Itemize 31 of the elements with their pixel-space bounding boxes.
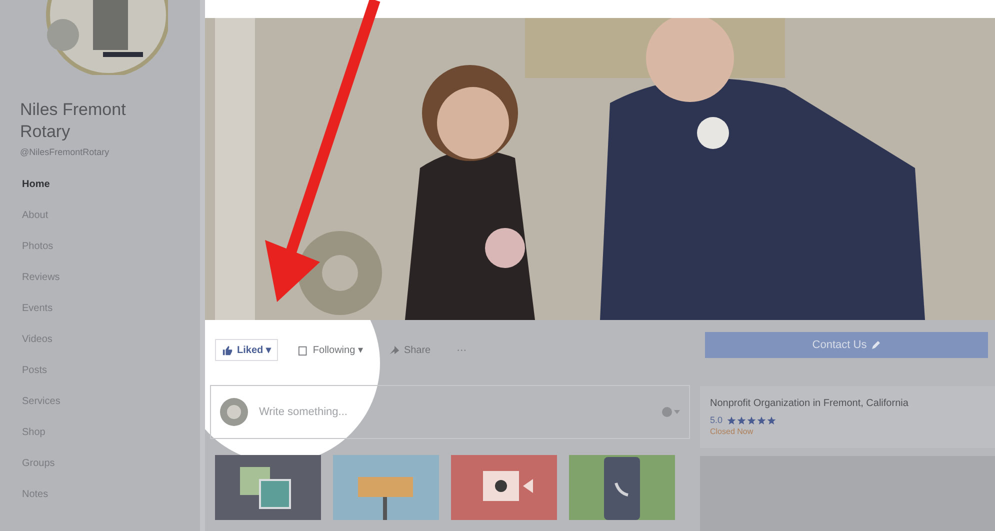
category-text: Nonprofit Organization in Fremont, California bbox=[710, 398, 910, 409]
nav-item[interactable]: Groups bbox=[8, 448, 200, 479]
share-button[interactable]: Share bbox=[382, 340, 437, 360]
rating-value: 5.0 bbox=[710, 415, 723, 425]
event-tile[interactable] bbox=[333, 455, 439, 520]
post-input-field[interactable]: Write something... bbox=[257, 405, 653, 419]
nav-item[interactable]: Posts bbox=[8, 355, 200, 386]
nav-item[interactable]: Videos bbox=[8, 324, 200, 355]
nav-item[interactable]: Events bbox=[8, 293, 200, 324]
page-handle: @NilesFremontRotary bbox=[20, 147, 110, 157]
nav-item[interactable]: Reviews bbox=[8, 262, 200, 293]
nav-item[interactable]: Home bbox=[8, 169, 200, 200]
nav-item[interactable]: Photos bbox=[8, 231, 200, 262]
video-tile[interactable] bbox=[451, 455, 557, 520]
avatar-icon bbox=[219, 397, 249, 427]
pencil-icon bbox=[870, 340, 881, 350]
nav-item[interactable]: Shop bbox=[8, 417, 200, 448]
nav-item[interactable]: About bbox=[8, 200, 200, 231]
thumbs-up-icon bbox=[222, 344, 233, 356]
nav-item[interactable]: Notes bbox=[8, 479, 200, 510]
globe-icon[interactable] bbox=[661, 406, 681, 418]
call-tile[interactable] bbox=[569, 455, 675, 520]
open-status: Closed Now bbox=[710, 427, 754, 436]
follow-button[interactable]: Following ▾ bbox=[292, 340, 369, 360]
share-icon bbox=[388, 344, 400, 356]
nav-item[interactable]: Services bbox=[8, 386, 200, 417]
more-button[interactable]: ··· bbox=[450, 340, 473, 360]
page-name: Niles Fremont Rotary bbox=[20, 99, 127, 143]
photo-tile[interactable] bbox=[215, 455, 321, 520]
like-button[interactable]: Liked ▾ bbox=[215, 339, 278, 361]
contact-us-button[interactable]: Contact Us bbox=[705, 332, 988, 358]
